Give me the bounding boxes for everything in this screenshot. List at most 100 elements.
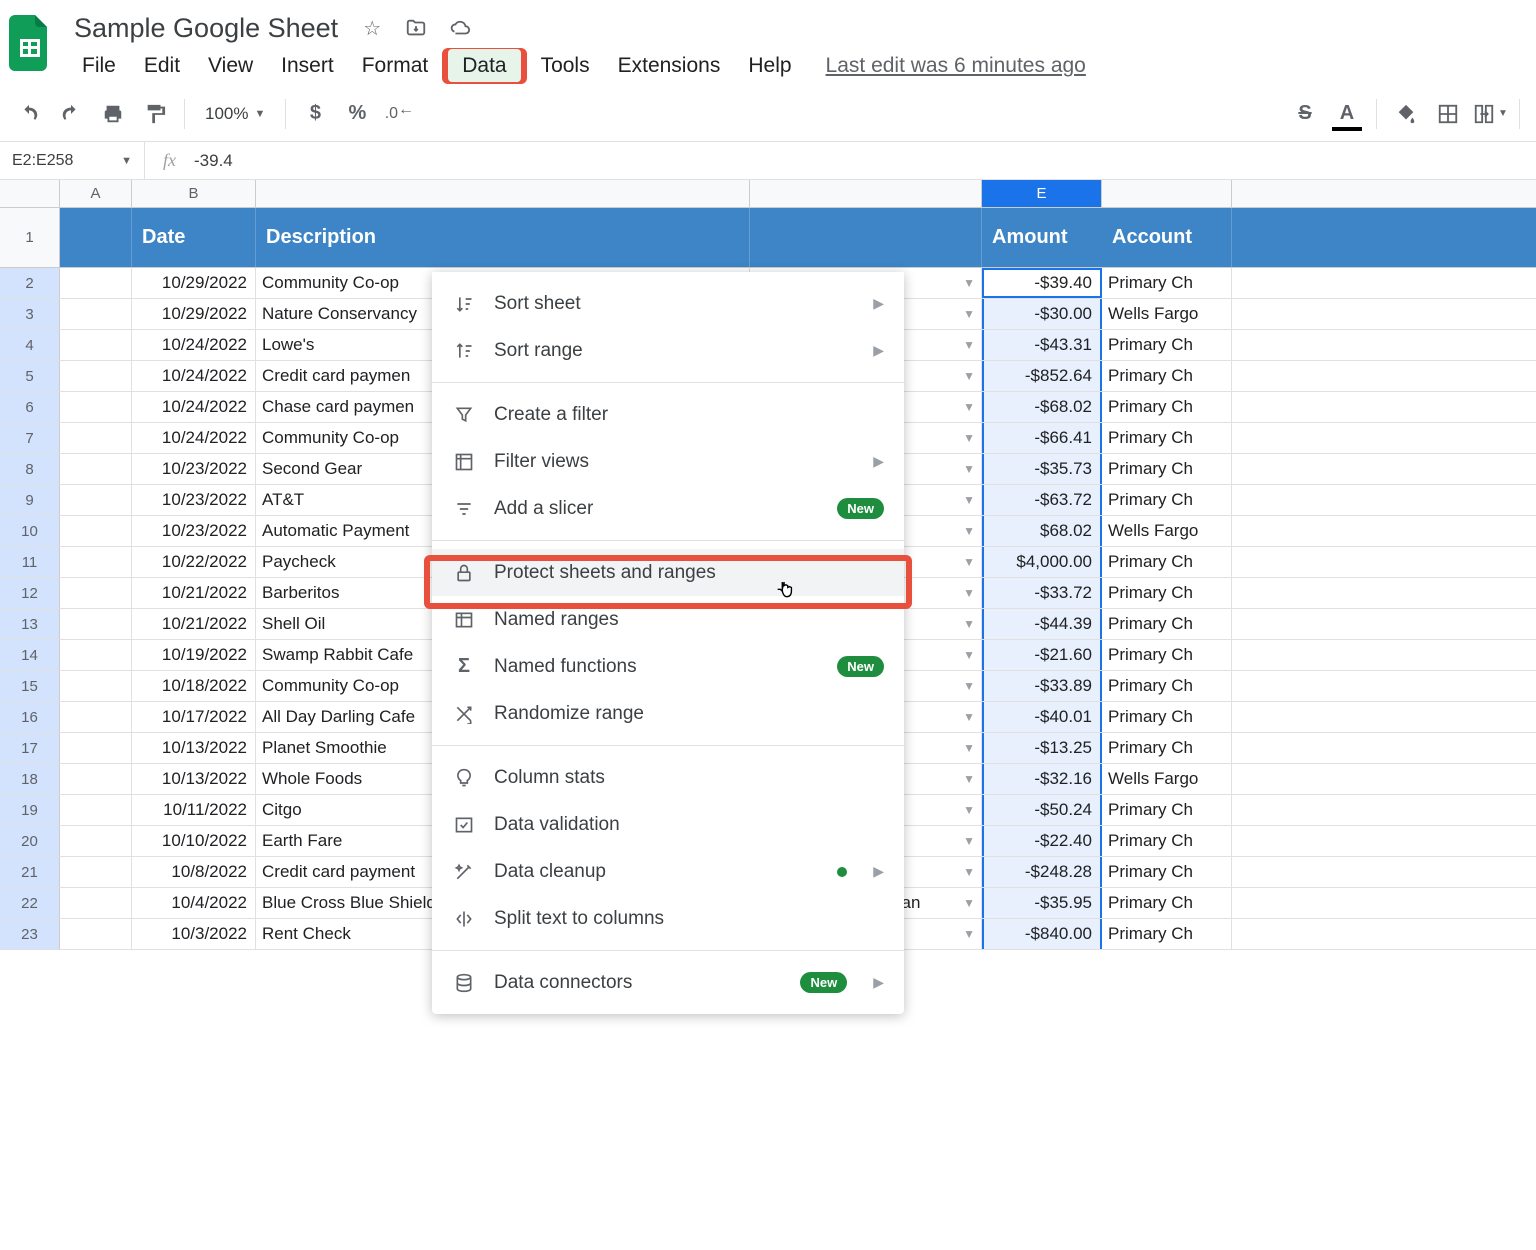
cell[interactable] — [60, 454, 132, 484]
dropdown-arrow-icon[interactable]: ▼ — [963, 462, 975, 476]
cell-account[interactable]: Primary Ch — [1102, 640, 1232, 670]
cell-account[interactable]: Wells Fargo — [1102, 299, 1232, 329]
row-header[interactable]: 19 — [0, 795, 60, 825]
cell-date[interactable]: 10/22/2022 — [132, 547, 256, 577]
cell-amount[interactable]: -$852.64 — [982, 361, 1102, 391]
row-header[interactable]: 4 — [0, 330, 60, 360]
undo-button[interactable] — [10, 95, 48, 133]
move-folder-icon[interactable] — [400, 12, 432, 44]
cell-date[interactable]: 10/24/2022 — [132, 361, 256, 391]
menu-sort-sheet[interactable]: Sort sheet▶ — [432, 280, 904, 327]
cell-amount[interactable]: -$44.39 — [982, 609, 1102, 639]
menu-protect-sheets[interactable]: Protect sheets and ranges — [432, 549, 904, 596]
cell[interactable] — [60, 299, 132, 329]
cell-date[interactable]: 10/23/2022 — [132, 516, 256, 546]
cell-amount[interactable]: -$39.40 — [982, 268, 1102, 298]
row-header[interactable]: 8 — [0, 454, 60, 484]
col-header-a[interactable]: A — [60, 180, 132, 207]
menu-filter-views[interactable]: Filter views▶ — [432, 438, 904, 485]
cell-date[interactable]: 10/11/2022 — [132, 795, 256, 825]
cell[interactable] — [60, 485, 132, 515]
cloud-status-icon[interactable] — [444, 12, 476, 44]
menu-named-functions[interactable]: ΣNamed functionsNew — [432, 643, 904, 690]
cell[interactable] — [60, 392, 132, 422]
cell-amount[interactable]: -$63.72 — [982, 485, 1102, 515]
cell-account[interactable]: Wells Fargo — [1102, 516, 1232, 546]
formula-input[interactable]: -39.4 — [194, 151, 233, 171]
cell-date[interactable]: 10/24/2022 — [132, 330, 256, 360]
cell[interactable] — [60, 268, 132, 298]
cell-amount[interactable]: -$43.31 — [982, 330, 1102, 360]
row-header[interactable]: 20 — [0, 826, 60, 856]
cell-date[interactable]: 10/8/2022 — [132, 857, 256, 887]
dropdown-arrow-icon[interactable]: ▼ — [963, 276, 975, 290]
row-header[interactable]: 9 — [0, 485, 60, 515]
cell-account[interactable]: Wells Fargo — [1102, 764, 1232, 794]
cell-date[interactable]: 10/23/2022 — [132, 485, 256, 515]
cell-date[interactable]: 10/21/2022 — [132, 578, 256, 608]
dropdown-arrow-icon[interactable]: ▼ — [963, 586, 975, 600]
menu-file[interactable]: File — [68, 49, 130, 83]
cell-account[interactable]: Primary Ch — [1102, 423, 1232, 453]
cell-account[interactable]: Primary Ch — [1102, 268, 1232, 298]
menu-data-connectors[interactable]: Data connectorsNew▶ — [432, 959, 904, 1006]
cell-amount[interactable]: -$33.89 — [982, 671, 1102, 701]
cell-amount[interactable]: -$40.01 — [982, 702, 1102, 732]
row-header[interactable]: 6 — [0, 392, 60, 422]
cell-date[interactable]: 10/3/2022 — [132, 919, 256, 949]
cell[interactable] — [60, 361, 132, 391]
cell[interactable] — [60, 826, 132, 856]
row-header[interactable]: 12 — [0, 578, 60, 608]
menu-sort-range[interactable]: Sort range▶ — [432, 327, 904, 374]
cell-date[interactable]: 10/10/2022 — [132, 826, 256, 856]
cell-account[interactable]: Primary Ch — [1102, 578, 1232, 608]
cell[interactable] — [60, 330, 132, 360]
cell-amount[interactable]: $4,000.00 — [982, 547, 1102, 577]
doc-title[interactable]: Sample Google Sheet — [68, 11, 344, 46]
menu-insert[interactable]: Insert — [267, 49, 348, 83]
cell-date[interactable]: 10/24/2022 — [132, 392, 256, 422]
row-header[interactable]: 22 — [0, 888, 60, 918]
dropdown-arrow-icon[interactable]: ▼ — [963, 772, 975, 786]
menu-tools[interactable]: Tools — [527, 49, 604, 83]
star-icon[interactable]: ☆ — [356, 12, 388, 44]
dropdown-arrow-icon[interactable]: ▼ — [963, 741, 975, 755]
zoom-dropdown[interactable]: 100%▼ — [195, 100, 275, 128]
dropdown-arrow-icon[interactable]: ▼ — [963, 617, 975, 631]
cell[interactable] — [60, 547, 132, 577]
menu-view[interactable]: View — [194, 49, 267, 83]
cell-date[interactable]: 10/13/2022 — [132, 764, 256, 794]
cell-amount[interactable]: -$32.16 — [982, 764, 1102, 794]
cell-account[interactable]: Primary Ch — [1102, 361, 1232, 391]
cell-account[interactable]: Primary Ch — [1102, 454, 1232, 484]
menu-help[interactable]: Help — [734, 49, 805, 83]
row-header[interactable]: 13 — [0, 609, 60, 639]
cell-date[interactable]: 10/18/2022 — [132, 671, 256, 701]
cell-date[interactable]: 10/24/2022 — [132, 423, 256, 453]
cell-date[interactable]: 10/13/2022 — [132, 733, 256, 763]
menu-edit[interactable]: Edit — [130, 49, 194, 83]
cell-amount[interactable]: -$13.25 — [982, 733, 1102, 763]
cell-account[interactable]: Primary Ch — [1102, 857, 1232, 887]
paint-format-button[interactable] — [136, 95, 174, 133]
cell-amount[interactable]: -$840.00 — [982, 919, 1102, 949]
dropdown-arrow-icon[interactable]: ▼ — [963, 338, 975, 352]
cell-amount[interactable]: $68.02 — [982, 516, 1102, 546]
cell-amount[interactable]: -$21.60 — [982, 640, 1102, 670]
cell-amount[interactable]: -$35.73 — [982, 454, 1102, 484]
dropdown-arrow-icon[interactable]: ▼ — [963, 927, 975, 941]
dropdown-arrow-icon[interactable]: ▼ — [963, 524, 975, 538]
cell[interactable] — [60, 640, 132, 670]
cell-account[interactable]: Primary Ch — [1102, 826, 1232, 856]
name-box[interactable]: E2:E258▼ — [0, 142, 145, 179]
menu-data-cleanup[interactable]: Data cleanup▶ — [432, 848, 904, 895]
cell[interactable] — [60, 702, 132, 732]
cell[interactable] — [60, 888, 132, 918]
row-header[interactable]: 11 — [0, 547, 60, 577]
cell[interactable] — [60, 764, 132, 794]
cell[interactable] — [60, 857, 132, 887]
col-header-b[interactable]: B — [132, 180, 256, 207]
cell-account[interactable]: Primary Ch — [1102, 392, 1232, 422]
dropdown-arrow-icon[interactable]: ▼ — [963, 679, 975, 693]
menu-add-slicer[interactable]: Add a slicerNew — [432, 485, 904, 532]
